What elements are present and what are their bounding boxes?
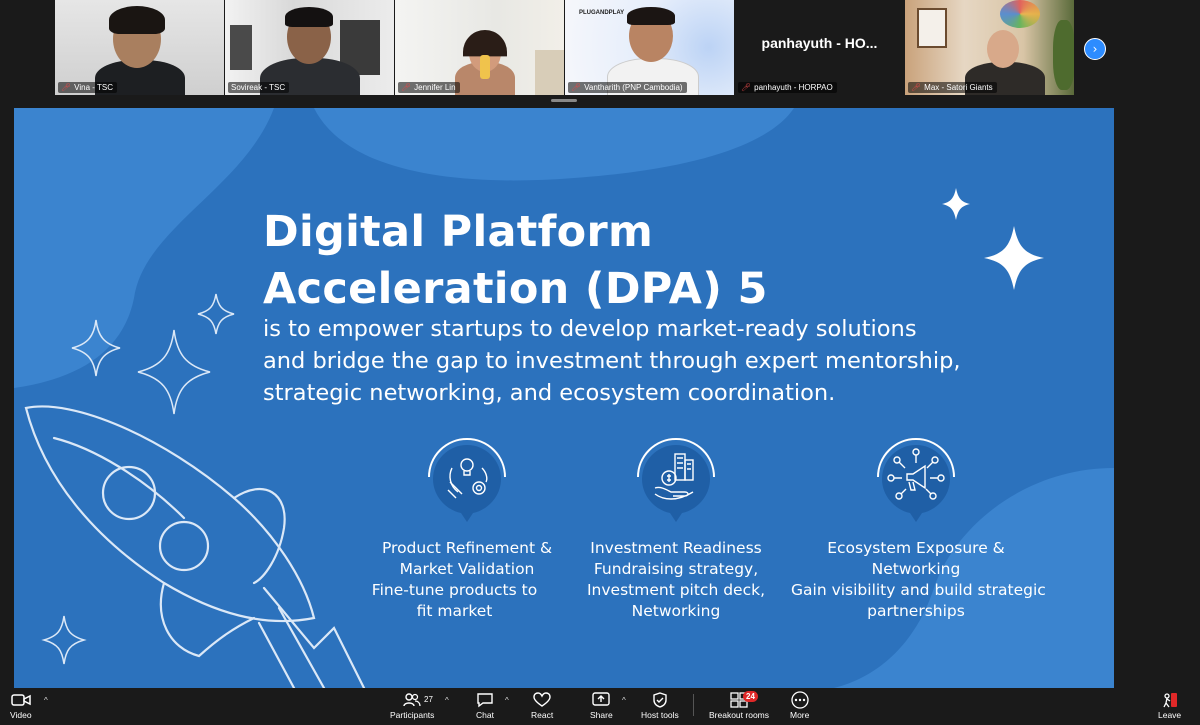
participant-tile-vina[interactable]: 🎤︎ Vina - TSC	[55, 0, 224, 95]
participant-tile-panhayuth[interactable]: panhayuth - HO... 🎤︎ panhayuth - HORPAO	[735, 0, 904, 95]
next-page-button[interactable]: ›	[1084, 38, 1106, 60]
share-screen-icon	[592, 691, 611, 709]
bg-blob-top-left	[14, 108, 274, 388]
more-dots-icon	[791, 691, 809, 709]
poster-text: PLUGANDPLAY	[579, 10, 625, 16]
mic-muted-icon: 🎤︎	[911, 83, 922, 92]
host-tools-button[interactable]: Host tools	[641, 691, 679, 720]
breakout-rooms-button[interactable]: Breakout rooms	[709, 691, 769, 720]
person-hair	[109, 6, 165, 34]
mic-muted-icon: 🎤︎	[571, 83, 582, 92]
mic-muted-icon: 🎤︎	[61, 83, 72, 92]
chat-bubble-icon	[476, 691, 494, 709]
chat-button[interactable]: Chat	[476, 691, 494, 720]
person-hair	[627, 7, 675, 25]
wall-frame	[917, 8, 947, 48]
mic-muted-icon: 🎤︎	[741, 83, 752, 92]
sparkle-icon	[984, 226, 1044, 290]
shield-icon	[652, 691, 668, 709]
participants-options-caret[interactable]: ^	[445, 696, 449, 705]
participant-tile-sovireak[interactable]: Sovireak - TSC	[225, 0, 394, 95]
sparkle-icon	[137, 329, 211, 415]
heart-icon	[533, 691, 551, 709]
meeting-toolbar: Video ^ Participants 27 ^ Chat ^ React S…	[0, 688, 1200, 725]
toolbar-divider	[693, 694, 694, 716]
megaphone-network-icon	[877, 438, 955, 524]
video-options-caret[interactable]: ^	[44, 696, 48, 705]
participant-display-name: panhayuth - HO...	[761, 34, 878, 51]
person-hair	[285, 7, 333, 27]
chevron-right-icon: ›	[1092, 42, 1098, 56]
person-head	[987, 30, 1019, 68]
leave-door-icon	[1161, 691, 1179, 709]
plant	[1053, 20, 1074, 90]
participant-tile-max[interactable]: 🎤︎ Max - Satori Giants	[905, 0, 1074, 95]
more-button[interactable]: More	[790, 691, 809, 720]
lightbulb-gear-icon	[428, 438, 506, 524]
chat-options-caret[interactable]: ^	[505, 696, 509, 705]
drink-bottle	[480, 55, 490, 79]
sparkle-icon	[942, 188, 970, 220]
mic-muted-icon: 🎤︎	[401, 83, 412, 92]
wall-panel	[230, 25, 252, 70]
breakout-count-badge: 24	[743, 691, 758, 702]
color-wheel-decor	[1000, 0, 1040, 28]
shared-screen-slide: Digital Platform Acceleration (DPA) 5 is…	[14, 108, 1114, 688]
participants-icon	[403, 691, 421, 709]
participant-name-label: 🎤︎ Jennifer Lin	[398, 82, 460, 93]
participants-count: 27	[424, 695, 433, 704]
participant-name-label: 🎤︎ Vantharith (PNP Cambodia)	[568, 82, 687, 93]
bg-blob-top	[314, 108, 794, 181]
strip-resize-handle[interactable]	[551, 99, 577, 102]
leave-button[interactable]: Leave	[1158, 691, 1181, 720]
rocket-illustration	[24, 405, 366, 688]
share-button[interactable]: Share	[590, 691, 613, 720]
participant-strip: 🎤︎ Vina - TSC Sovireak - TSC 🎤︎ Jennifer L…	[0, 0, 1200, 97]
video-button[interactable]: Video	[10, 691, 32, 720]
feature-ecosystem-exposure: Ecosystem Exposure & Networking Gain vis…	[791, 438, 1046, 622]
participant-name-label: 🎤︎ panhayuth - HORPAO	[738, 82, 837, 93]
slide-subtitle: is to empower startups to develop market…	[263, 316, 961, 406]
sparkle-icon	[197, 293, 235, 335]
participant-tile-vantharith[interactable]: PLUGANDPLAY 🎤︎ Vantharith (PNP Cambodia)	[565, 0, 734, 95]
participant-name-label: Sovireak - TSC	[228, 82, 290, 93]
participant-name-label: 🎤︎ Vina - TSC	[58, 82, 117, 93]
participant-name-label: 🎤︎ Max - Satori Giants	[908, 82, 997, 93]
share-options-caret[interactable]: ^	[622, 696, 626, 705]
video-camera-icon	[11, 691, 31, 709]
slide-title: Digital Platform Acceleration (DPA) 5	[263, 207, 768, 314]
feature-investment-readiness: Investment Readiness Fundraising strateg…	[551, 438, 801, 622]
participant-tile-jennifer[interactable]: 🎤︎ Jennifer Lin	[395, 0, 564, 95]
sparkle-icon	[41, 615, 87, 665]
background-object	[535, 50, 564, 95]
hand-money-building-icon	[637, 438, 715, 524]
react-button[interactable]: React	[531, 691, 553, 720]
